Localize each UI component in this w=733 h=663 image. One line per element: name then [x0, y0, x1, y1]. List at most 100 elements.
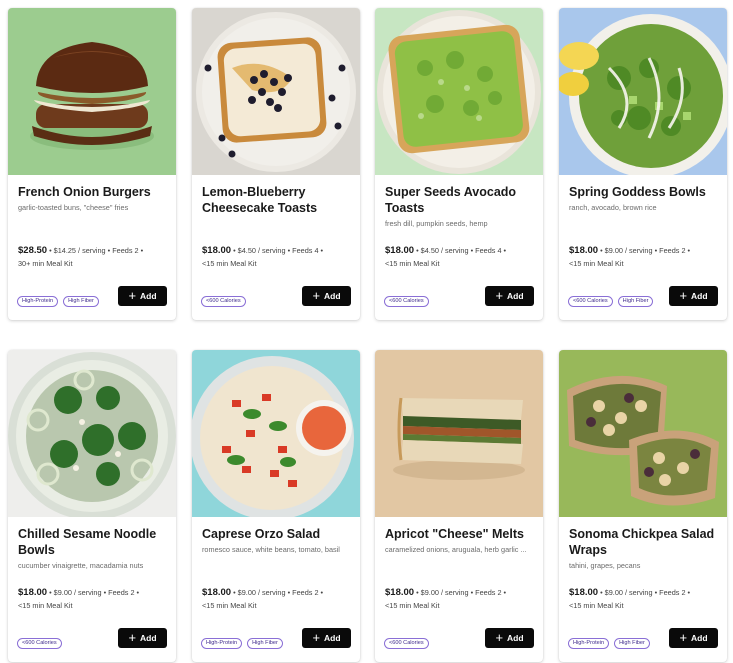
add-button-label: Add [691, 291, 708, 301]
meal-time: <15 min Meal Kit [569, 601, 624, 610]
meal-card[interactable]: Super Seeds Avocado Toasts fresh dill, p… [375, 8, 543, 320]
meal-time: <15 min Meal Kit [202, 601, 257, 610]
meal-tags: <600 Calories [17, 638, 62, 649]
meal-time: <15 min Meal Kit [18, 601, 73, 610]
plus-icon: + [495, 630, 504, 645]
meal-meta: $18.00 • $9.00 / serving • Feeds 2 • <15… [18, 586, 170, 612]
tag-badge: <600 Calories [17, 638, 62, 649]
meal-image-caprese-orzo-salad[interactable] [192, 350, 360, 517]
meal-image-lemon-blueberry-toasts[interactable] [192, 8, 360, 175]
add-button[interactable]: + Add [669, 286, 718, 306]
meal-subtitle: tahini, grapes, pecans [569, 561, 641, 570]
meal-subtitle: fresh dill, pumpkin seeds, hemp [385, 219, 488, 228]
meal-card[interactable]: Caprese Orzo Salad romesco sauce, white … [192, 350, 360, 662]
meal-details: • $14.25 / serving • Feeds 2 • [49, 246, 144, 255]
meal-title[interactable]: Sonoma Chickpea Salad Wraps [569, 526, 719, 558]
meal-card[interactable]: Spring Goddess Bowls ranch, avocado, bro… [559, 8, 727, 320]
plus-icon: + [495, 288, 504, 303]
add-button-label: Add [140, 291, 157, 301]
meal-price: $18.00 [202, 587, 232, 598]
meal-card[interactable]: Chilled Sesame Noodle Bowls cucumber vin… [8, 350, 176, 662]
meal-tags: <600 Calories High Fiber [568, 296, 654, 307]
meal-price: $18.00 [385, 245, 415, 256]
plus-icon: + [128, 288, 137, 303]
add-button[interactable]: + Add [118, 628, 167, 648]
add-button-label: Add [324, 291, 341, 301]
meal-time: <15 min Meal Kit [385, 259, 440, 268]
add-button[interactable]: + Add [485, 628, 534, 648]
meal-time: <15 min Meal Kit [569, 259, 624, 268]
meal-image-apricot-cheese-melts[interactable] [375, 350, 543, 517]
add-button-label: Add [507, 633, 524, 643]
tag-badge: High Fiber [614, 638, 650, 649]
meal-card[interactable]: Apricot "Cheese" Melts caramelized onion… [375, 350, 543, 662]
tag-badge: <600 Calories [568, 296, 613, 307]
add-button[interactable]: + Add [302, 286, 351, 306]
add-button[interactable]: + Add [302, 628, 351, 648]
meal-card[interactable]: Lemon-Blueberry Cheesecake Toasts $18.00… [192, 8, 360, 320]
meal-details: • $9.00 / serving • Feeds 2 • [600, 246, 691, 255]
meal-meta: $18.00 • $4.50 / serving • Feeds 4 • <15… [202, 244, 354, 270]
add-button[interactable]: + Add [118, 286, 167, 306]
meal-meta: $18.00 • $9.00 / serving • Feeds 2 • <15… [569, 244, 721, 270]
tag-badge: <600 Calories [201, 296, 246, 307]
meal-image-sonoma-chickpea-salad-wraps[interactable] [559, 350, 727, 517]
tag-badge: <600 Calories [384, 638, 429, 649]
add-button[interactable]: + Add [485, 286, 534, 306]
meal-meta: $18.00 • $4.50 / serving • Feeds 4 • <15… [385, 244, 537, 270]
meal-tags: <600 Calories [201, 296, 246, 307]
meal-title[interactable]: Spring Goddess Bowls [569, 184, 719, 200]
meal-subtitle: ranch, avocado, brown rice [569, 203, 657, 212]
meal-subtitle: garlic-toasted buns, "cheese" fries [18, 203, 129, 212]
meal-title[interactable]: Super Seeds Avocado Toasts [385, 184, 535, 216]
meal-meta: $18.00 • $9.00 / serving • Feeds 2 • <15… [569, 586, 721, 612]
tag-badge: High-Protein [201, 638, 243, 649]
meal-time: <15 min Meal Kit [202, 259, 257, 268]
meal-tags: High-Protein High Fiber [17, 296, 99, 307]
tag-badge: High-Protein [568, 638, 610, 649]
meal-meta: $18.00 • $9.00 / serving • Feeds 2 • <15… [385, 586, 537, 612]
meal-title[interactable]: Apricot "Cheese" Melts [385, 526, 535, 542]
meal-image-french-onion-burgers[interactable] [8, 8, 176, 175]
meal-details: • $9.00 / serving • Feeds 2 • [233, 588, 324, 597]
add-button[interactable]: + Add [669, 628, 718, 648]
meal-details: • $9.00 / serving • Feeds 2 • [416, 588, 507, 597]
meal-price: $18.00 [569, 587, 599, 598]
meal-tags: High-Protein High Fiber [201, 638, 283, 649]
meal-grid: French Onion Burgers garlic-toasted buns… [0, 0, 733, 663]
meal-card[interactable]: Sonoma Chickpea Salad Wraps tahini, grap… [559, 350, 727, 662]
meal-image-spring-goddess-bowls[interactable] [559, 8, 727, 175]
meal-details: • $9.00 / serving • Feeds 2 • [49, 588, 140, 597]
meal-title[interactable]: Chilled Sesame Noodle Bowls [18, 526, 168, 558]
tag-badge: High Fiber [247, 638, 283, 649]
meal-subtitle: caramelized onions, aruguala, herb garli… [385, 545, 527, 554]
add-button-label: Add [691, 633, 708, 643]
meal-subtitle: romesco sauce, white beans, tomato, basi… [202, 545, 340, 554]
meal-title[interactable]: Lemon-Blueberry Cheesecake Toasts [202, 184, 352, 216]
meal-image-super-seeds-avocado-toasts[interactable] [375, 8, 543, 175]
meal-price: $28.50 [18, 245, 48, 256]
meal-card[interactable]: French Onion Burgers garlic-toasted buns… [8, 8, 176, 320]
meal-tags: <600 Calories [384, 638, 429, 649]
plus-icon: + [312, 630, 321, 645]
meal-details: • $4.50 / serving • Feeds 4 • [416, 246, 507, 255]
add-button-label: Add [324, 633, 341, 643]
meal-title[interactable]: French Onion Burgers [18, 184, 168, 200]
meal-price: $18.00 [18, 587, 48, 598]
plus-icon: + [679, 630, 688, 645]
meal-price: $18.00 [202, 245, 232, 256]
plus-icon: + [679, 288, 688, 303]
meal-meta: $28.50 • $14.25 / serving • Feeds 2 • 30… [18, 244, 170, 270]
meal-title[interactable]: Caprese Orzo Salad [202, 526, 352, 542]
meal-time: <15 min Meal Kit [385, 601, 440, 610]
meal-time: 30+ min Meal Kit [18, 259, 73, 268]
tag-badge: High-Protein [17, 296, 59, 307]
plus-icon: + [312, 288, 321, 303]
add-button-label: Add [140, 633, 157, 643]
meal-tags: High-Protein High Fiber [568, 638, 650, 649]
meal-meta: $18.00 • $9.00 / serving • Feeds 2 • <15… [202, 586, 354, 612]
tag-badge: High Fiber [617, 296, 654, 307]
meal-details: • $4.50 / serving • Feeds 4 • [233, 246, 324, 255]
meal-image-chilled-sesame-noodle-bowls[interactable] [8, 350, 176, 517]
plus-icon: + [128, 630, 137, 645]
